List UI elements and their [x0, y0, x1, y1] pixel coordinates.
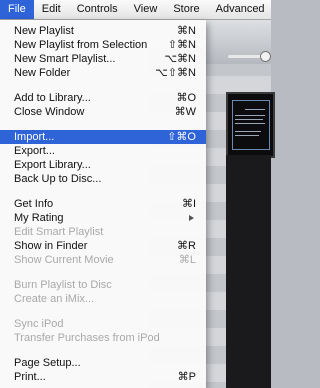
- menu-item-label: Export...: [14, 145, 55, 157]
- menu-item-shortcut: ⌘O: [176, 92, 196, 104]
- menu-item-page-setup[interactable]: Page Setup...: [0, 356, 206, 370]
- menu-item-shortcut: ⌘R: [177, 240, 196, 252]
- video-preview: [226, 92, 275, 158]
- menu-item-label: Get Info: [14, 198, 54, 210]
- menu-item-edit-smart-playlist: Edit Smart Playlist: [0, 225, 206, 239]
- menu-item-export-library[interactable]: Export Library...: [0, 158, 206, 172]
- menu-item-shortcut: ⇧⌘N: [167, 39, 196, 51]
- menu-item-create-imix: Create an iMix...: [0, 292, 206, 306]
- menu-item-back-up-to-disc[interactable]: Back Up to Disc...: [0, 172, 206, 186]
- menu-item-label: Back Up to Disc...: [14, 173, 102, 185]
- menu-bar: File Edit Controls View Store Advanced: [0, 0, 271, 20]
- menu-controls[interactable]: Controls: [69, 0, 126, 19]
- menu-item-add-to-library[interactable]: Add to Library... ⌘O: [0, 91, 206, 105]
- menu-item-export[interactable]: Export...: [0, 144, 206, 158]
- menu-item-label: New Smart Playlist...: [14, 53, 116, 65]
- menu-item-label: New Folder: [14, 67, 71, 79]
- file-menu-dropdown: New Playlist ⌘N New Playlist from Select…: [0, 20, 206, 388]
- menu-item-label: Transfer Purchases from iPod: [14, 332, 160, 344]
- menu-item-my-rating[interactable]: My Rating: [0, 211, 206, 225]
- menu-item-new-playlist[interactable]: New Playlist ⌘N: [0, 24, 206, 38]
- menu-item-shortcut: ⌘P: [177, 371, 196, 383]
- menu-item-label: New Playlist: [14, 25, 74, 37]
- menu-separator: [0, 80, 206, 91]
- menu-item-new-folder[interactable]: New Folder ⌥⇧⌘N: [0, 66, 206, 80]
- menu-item-sync-ipod: Sync iPod: [0, 317, 206, 331]
- menu-item-label: Show Current Movie: [14, 254, 114, 266]
- menu-view[interactable]: View: [126, 0, 166, 19]
- menu-item-burn-playlist-to-disc: Burn Playlist to Disc: [0, 278, 206, 292]
- menu-item-label: Create an iMix...: [14, 293, 95, 305]
- menu-item-label: Export Library...: [14, 159, 91, 171]
- menu-item-label: My Rating: [14, 212, 64, 224]
- menu-item-label: Burn Playlist to Disc: [14, 279, 112, 291]
- menu-item-shortcut: ⌘N: [177, 25, 196, 37]
- menu-item-label: Show in Finder: [14, 240, 88, 252]
- menu-item-shortcut: ⌘I: [181, 198, 196, 210]
- menu-item-show-in-finder[interactable]: Show in Finder ⌘R: [0, 239, 206, 253]
- menu-edit[interactable]: Edit: [34, 0, 69, 19]
- menu-item-shortcut: ⌘L: [178, 254, 196, 266]
- menu-separator: [0, 345, 206, 356]
- menu-separator: [0, 186, 206, 197]
- menu-separator: [0, 306, 206, 317]
- video-frame: [232, 100, 270, 150]
- menu-item-shortcut: ⌥⌘N: [164, 53, 196, 65]
- menu-item-shortcut: ⌥⇧⌘N: [155, 67, 196, 79]
- menu-advanced[interactable]: Advanced: [208, 0, 273, 19]
- menu-item-import[interactable]: Import... ⇧⌘O: [0, 130, 206, 144]
- volume-slider-knob[interactable]: [260, 51, 271, 62]
- menu-item-label: New Playlist from Selection: [14, 39, 148, 51]
- menu-item-label: Add to Library...: [14, 92, 91, 104]
- menu-item-label: Print...: [14, 371, 46, 383]
- menu-item-new-playlist-from-selection[interactable]: New Playlist from Selection ⇧⌘N: [0, 38, 206, 52]
- menu-item-transfer-purchases: Transfer Purchases from iPod: [0, 331, 206, 345]
- menu-item-show-current-movie: Show Current Movie ⌘L: [0, 253, 206, 267]
- menu-separator: [0, 119, 206, 130]
- menu-separator: [0, 267, 206, 278]
- menu-item-label: Edit Smart Playlist: [14, 226, 104, 238]
- menu-item-close-window[interactable]: Close Window ⌘W: [0, 105, 206, 119]
- menu-item-label: Close Window: [14, 106, 85, 118]
- menu-item-label: Sync iPod: [14, 318, 64, 330]
- menu-file[interactable]: File: [0, 0, 34, 19]
- menu-item-print[interactable]: Print... ⌘P: [0, 370, 206, 384]
- menu-item-label: Page Setup...: [14, 357, 81, 369]
- video-pane: [226, 155, 271, 388]
- menu-item-get-info[interactable]: Get Info ⌘I: [0, 197, 206, 211]
- menu-store[interactable]: Store: [165, 0, 207, 19]
- menu-item-label: Import...: [14, 131, 55, 143]
- menu-item-shortcut: ⌘W: [174, 106, 196, 118]
- submenu-arrow-icon: [189, 215, 194, 221]
- menu-item-shortcut: ⇧⌘O: [167, 131, 196, 143]
- menu-item-new-smart-playlist[interactable]: New Smart Playlist... ⌥⌘N: [0, 52, 206, 66]
